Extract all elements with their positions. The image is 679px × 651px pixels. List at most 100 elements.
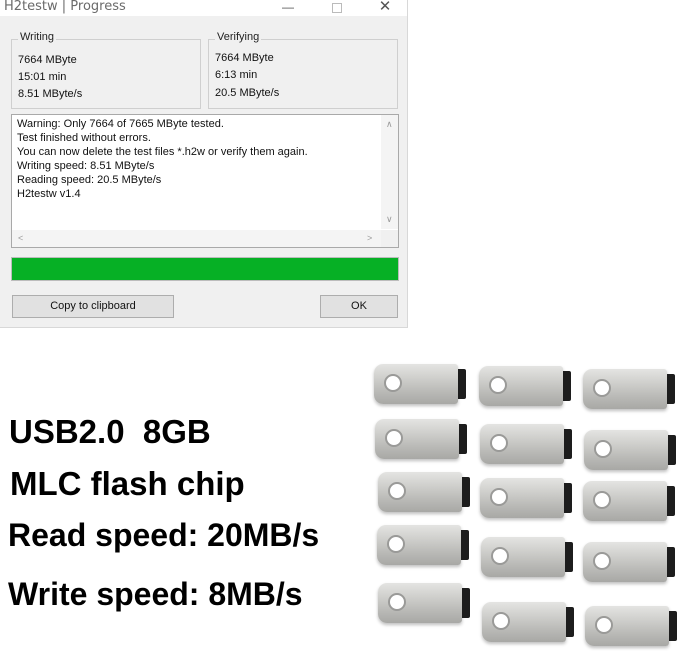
usb-drive-body: [482, 602, 566, 642]
usb-connector: [564, 429, 572, 459]
usb-drive-body: [479, 366, 563, 406]
keyring-hole: [490, 434, 508, 452]
usb-connector: [566, 607, 574, 637]
close-icon: ✕: [378, 0, 392, 15]
usb-drive-body: [481, 537, 565, 577]
usb-connector: [667, 374, 675, 404]
usb-connector: [667, 486, 675, 516]
keyring-hole: [385, 429, 403, 447]
usb-drive-body: [377, 525, 461, 565]
usb-drive: [481, 537, 573, 577]
usb-drive: [583, 542, 675, 582]
usb-drive: [378, 583, 470, 623]
keyring-hole: [388, 593, 406, 611]
usb-connector: [461, 530, 469, 560]
keyring-hole: [489, 376, 507, 394]
usb-drive: [480, 424, 572, 464]
usb-connector: [462, 477, 470, 507]
maximize-icon: [332, 3, 342, 13]
h2testw-window: H2testw | Progress — ✕ Writing 7664 MByt…: [0, 0, 408, 328]
verifying-label: Verifying: [215, 31, 262, 43]
usb-drive: [375, 419, 467, 459]
usb-drive: [374, 364, 466, 404]
keyring-hole: [593, 379, 611, 397]
usb-connector: [565, 542, 573, 572]
usb-drive: [479, 366, 571, 406]
log-line: Test finished without errors.: [17, 132, 151, 144]
spec-write-speed: Write speed: 8MB/s: [8, 576, 303, 612]
keyring-hole: [388, 482, 406, 500]
keyring-hole: [594, 440, 612, 458]
copy-to-clipboard-button[interactable]: Copy to clipboard: [12, 295, 174, 318]
maximize-button[interactable]: [322, 0, 352, 16]
log-line: Warning: Only 7664 of 7665 MByte tested.: [17, 118, 224, 130]
usb-connector: [668, 435, 676, 465]
usb-drive: [585, 606, 677, 646]
usb-drive-body: [480, 478, 564, 518]
usb-drive-body: [583, 481, 667, 521]
vertical-scrollbar[interactable]: ∧ ∨: [381, 115, 398, 229]
usb-drive: [584, 430, 676, 470]
writing-speed: 8.51 MByte/s: [18, 88, 83, 100]
usb-drive: [583, 369, 675, 409]
keyring-hole: [595, 616, 613, 634]
log-line: Writing speed: 8.51 MByte/s: [17, 160, 155, 172]
scroll-left-icon[interactable]: <: [18, 233, 23, 243]
spec-chip: MLC flash chip: [10, 465, 245, 502]
usb-drive-body: [584, 430, 668, 470]
usb-drive-body: [583, 542, 667, 582]
usb-drive-body: [374, 364, 458, 404]
horizontal-scrollbar[interactable]: < >: [12, 230, 381, 247]
close-button[interactable]: ✕: [370, 0, 400, 16]
usb-connector: [667, 547, 675, 577]
log-line: Reading speed: 20.5 MByte/s: [17, 174, 162, 186]
usb-drive-body: [480, 424, 564, 464]
usb-connector: [459, 424, 467, 454]
minimize-button[interactable]: —: [273, 0, 303, 16]
scroll-up-icon[interactable]: ∧: [386, 119, 393, 130]
usb-connector: [458, 369, 466, 399]
verifying-size: 7664 MByte: [215, 52, 274, 64]
keyring-hole: [593, 552, 611, 570]
usb-drive-body: [378, 583, 462, 623]
usb-connector: [462, 588, 470, 618]
minimize-icon: —: [282, 0, 294, 14]
scroll-down-icon[interactable]: ∨: [386, 214, 393, 225]
log-textbox[interactable]: Warning: Only 7664 of 7665 MByte tested.…: [11, 114, 399, 248]
usb-drive: [377, 525, 469, 565]
title-bar: H2testw | Progress — ✕: [0, 0, 407, 16]
progress-bar: [11, 257, 399, 281]
log-line: You can now delete the test files *.h2w …: [17, 146, 308, 158]
writing-time: 15:01 min: [18, 71, 67, 83]
keyring-hole: [387, 535, 405, 553]
usb-drive-body: [583, 369, 667, 409]
writing-size: 7664 MByte: [18, 54, 77, 66]
usb-drive: [583, 481, 675, 521]
scrollbar-corner: [381, 230, 398, 247]
usb-drive: [480, 478, 572, 518]
verifying-group: Verifying 7664 MByte 6:13 min 20.5 MByte…: [208, 31, 398, 109]
keyring-hole: [492, 612, 510, 630]
progress-fill: [12, 258, 398, 280]
usb-drive: [378, 472, 470, 512]
usb-connector: [669, 611, 677, 641]
usb-drive-body: [378, 472, 462, 512]
verifying-speed: 20.5 MByte/s: [215, 87, 280, 99]
keyring-hole: [490, 488, 508, 506]
scroll-right-icon[interactable]: >: [367, 233, 372, 243]
keyring-hole: [491, 547, 509, 565]
window-title: H2testw | Progress: [4, 0, 126, 14]
spec-read-speed: Read speed: 20MB/s: [8, 517, 320, 553]
keyring-hole: [384, 374, 402, 392]
usb-connector: [564, 483, 572, 513]
writing-group: Writing 7664 MByte 15:01 min 8.51 MByte/…: [11, 31, 201, 109]
usb-drive: [482, 602, 574, 642]
usb-drive-body: [375, 419, 459, 459]
log-line: H2testw v1.4: [17, 188, 81, 200]
verifying-time: 6:13 min: [215, 69, 258, 81]
usb-connector: [563, 371, 571, 401]
writing-label: Writing: [18, 31, 57, 43]
keyring-hole: [593, 491, 611, 509]
spec-capacity: USB2.0 8GB: [9, 413, 211, 450]
ok-button[interactable]: OK: [320, 295, 398, 318]
